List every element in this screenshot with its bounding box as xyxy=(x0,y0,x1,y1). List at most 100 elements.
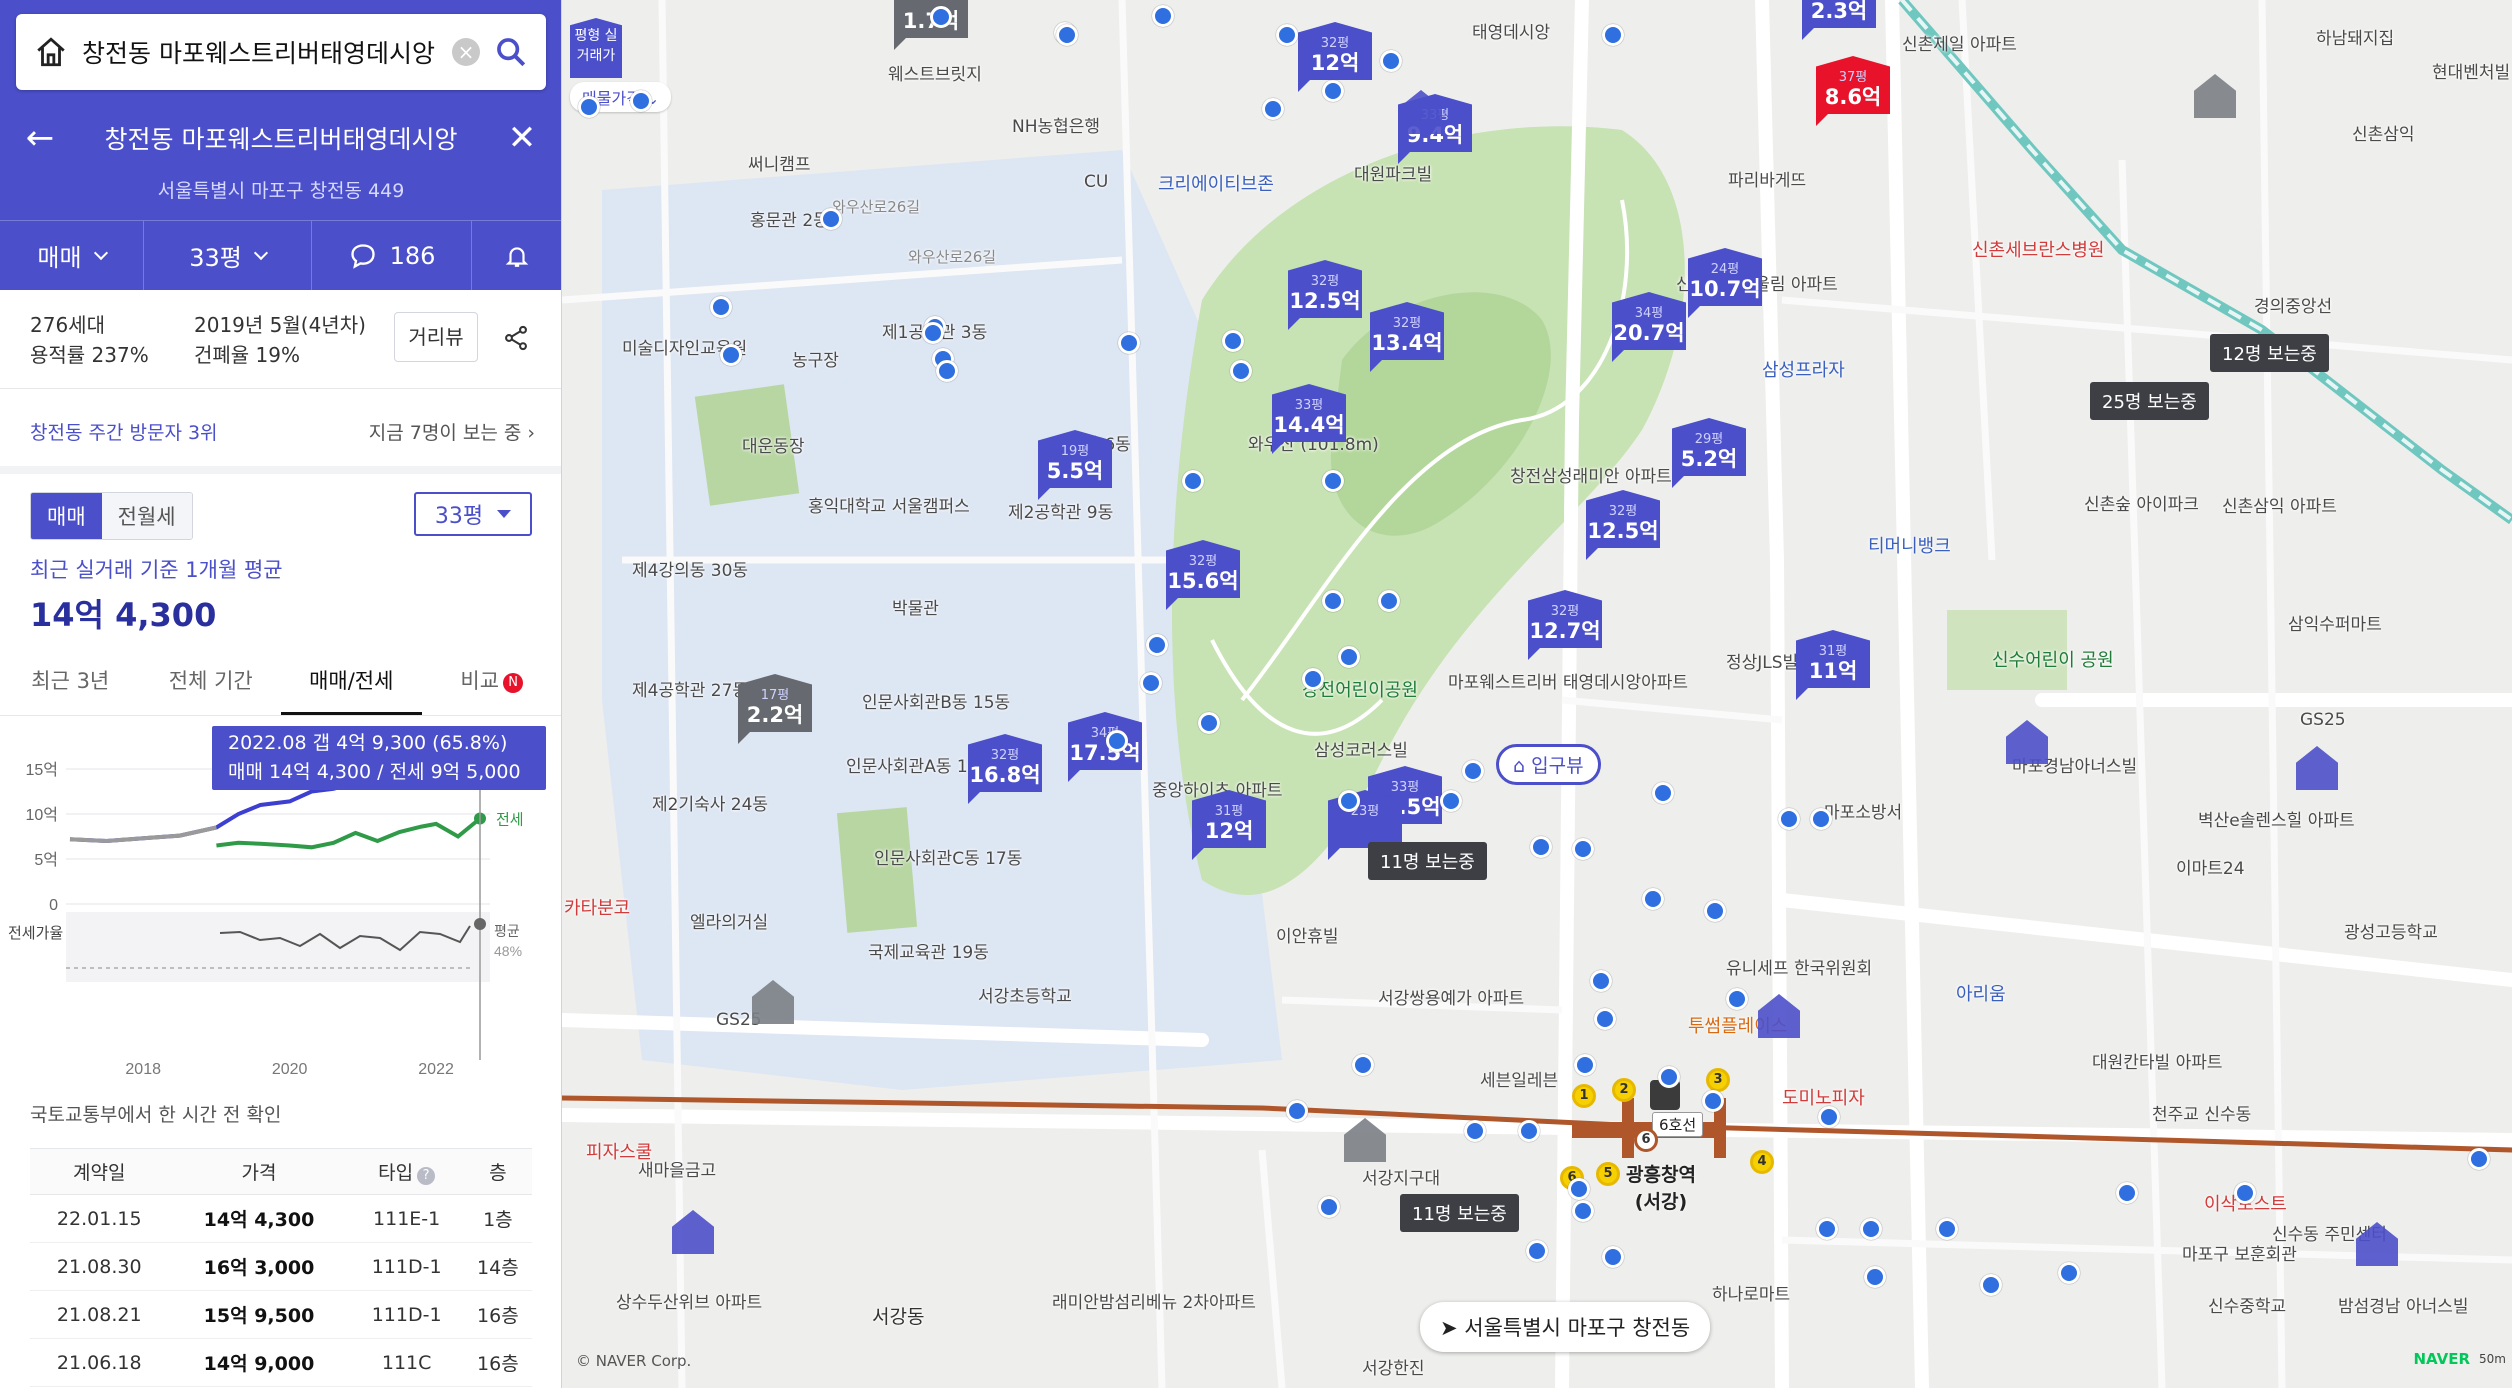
share-icon[interactable] xyxy=(502,324,530,352)
bus-stop-icon[interactable] xyxy=(930,6,952,28)
map-place-label[interactable]: 서강지구대 xyxy=(1362,1164,1440,1189)
bus-stop-icon[interactable] xyxy=(1810,808,1832,830)
tab-compare[interactable]: 비교 N xyxy=(422,654,562,715)
map-place-label[interactable]: NH농협은행 xyxy=(1012,112,1100,137)
bus-stop-icon[interactable] xyxy=(1702,1090,1724,1112)
map-place-label[interactable]: 서강쌍용예가 아파트 xyxy=(1378,984,1524,1009)
home-icon[interactable] xyxy=(34,35,68,69)
price-marker[interactable]: 32평 16.8억 xyxy=(968,724,1042,806)
bus-stop-icon[interactable] xyxy=(1152,5,1174,27)
bus-stop-icon[interactable] xyxy=(1530,836,1552,858)
bus-stop-icon[interactable] xyxy=(1602,1246,1624,1268)
map-place-label[interactable]: 홍익대학교 서울캠퍼스 xyxy=(808,492,970,517)
map-place-label[interactable]: 박물관 xyxy=(892,594,939,619)
map-place-label[interactable]: 이안휴빌 xyxy=(1276,922,1339,947)
price-marker[interactable]: 31평 12억 xyxy=(1192,780,1266,862)
bus-stop-icon[interactable] xyxy=(1222,330,1244,352)
price-marker[interactable]: 29평 5.2억 xyxy=(1672,408,1746,490)
map-place-label[interactable]: 신촌숲 아이파크 xyxy=(2084,490,2199,515)
entrance-view-button[interactable]: ⌂ 입구뷰 xyxy=(1496,744,1601,785)
bus-stop-icon[interactable] xyxy=(1818,1106,1840,1128)
price-marker[interactable]: 37평 8.6억 xyxy=(1816,46,1890,128)
price-marker[interactable]: 24평 10.7억 xyxy=(1688,238,1762,320)
tab-recent-3y[interactable]: 최근 3년 xyxy=(0,654,141,715)
price-marker[interactable]: 32평 12.5억 xyxy=(1288,250,1362,332)
map-place-label[interactable]: 와우산로26길 xyxy=(908,246,996,267)
bus-stop-icon[interactable] xyxy=(1464,1120,1486,1142)
price-marker[interactable]: 32평 12.7억 xyxy=(1528,580,1602,662)
map-place-label[interactable]: 유니세프 한국위원회 xyxy=(1726,954,1872,979)
bus-stop-icon[interactable] xyxy=(1146,634,1168,656)
map-place-label[interactable]: 래미안밤섬리베뉴 2차아파트 xyxy=(1052,1288,1256,1313)
bus-stop-icon[interactable] xyxy=(1318,1196,1340,1218)
visitor-rank[interactable]: 창전동 주간 방문자 3위 xyxy=(30,418,218,445)
bus-stop-icon[interactable] xyxy=(1322,590,1344,612)
bus-stop-icon[interactable] xyxy=(630,90,652,112)
bus-stop-icon[interactable] xyxy=(1352,1054,1374,1076)
price-marker[interactable]: 17평 2.2억 xyxy=(738,664,812,746)
map-place-label[interactable]: 신수어린이 공원 xyxy=(1992,646,2114,672)
map-place-label[interactable]: 세븐일레븐 xyxy=(1480,1066,1558,1091)
map-place-label[interactable]: 서강동 xyxy=(872,1302,924,1329)
back-arrow-icon[interactable]: ← xyxy=(0,118,80,158)
bus-stop-icon[interactable] xyxy=(1572,1200,1594,1222)
segment-sale[interactable]: 매매 xyxy=(31,493,102,539)
bus-stop-icon[interactable] xyxy=(1182,470,1204,492)
map-place-label[interactable]: CU xyxy=(1084,172,1108,192)
price-marker[interactable]: 31평 11억 xyxy=(1796,620,1870,702)
map-place-label[interactable]: 밤섬경남 아너스빌 xyxy=(2338,1292,2469,1317)
table-row[interactable]: 21.08.21 15억 9,500 111D-1 16층 xyxy=(30,1290,532,1339)
bus-stop-icon[interactable] xyxy=(2058,1262,2080,1284)
bus-stop-icon[interactable] xyxy=(1526,1240,1548,1262)
map-place-label[interactable]: 신촌세브란스병원 xyxy=(1972,236,2104,262)
size-dropdown[interactable]: 33평 xyxy=(144,221,312,290)
map-place-label[interactable]: 홍문관 2동 xyxy=(750,206,829,231)
map-place-label[interactable]: 카타분코 xyxy=(564,894,630,920)
bus-stop-icon[interactable] xyxy=(1322,470,1344,492)
price-marker[interactable]: 32평 12.5억 xyxy=(1586,480,1660,562)
map-place-label[interactable]: 천주교 신수동 xyxy=(2152,1100,2251,1125)
bus-stop-icon[interactable] xyxy=(1106,730,1128,752)
bus-stop-icon[interactable] xyxy=(1140,672,1162,694)
map-place-label[interactable]: 삼성프라자 xyxy=(1762,356,1845,382)
map-place-label[interactable]: 국제교육관 19동 xyxy=(868,938,989,963)
map-place-label[interactable]: 서강초등학교 xyxy=(978,982,1072,1007)
map-place-label[interactable]: 벽산e솔렌스힐 아파트 xyxy=(2198,806,2355,831)
tab-all-period[interactable]: 전체 기간 xyxy=(141,654,282,715)
map-place-label[interactable]: 하남돼지집 xyxy=(2316,24,2394,49)
current-location-pill[interactable]: ➤ 서울특별시 마포구 창전동 xyxy=(1420,1302,1711,1352)
map-place-label[interactable]: 태영데시앙 xyxy=(1472,18,1550,43)
viewing-now-link[interactable]: 지금 7명이 보는 중 › xyxy=(369,418,535,445)
bus-stop-icon[interactable] xyxy=(1602,24,1624,46)
bus-stop-icon[interactable] xyxy=(1198,712,1220,734)
map-place-label[interactable]: 와우산로26길 xyxy=(832,196,920,217)
bus-stop-icon[interactable] xyxy=(1936,1218,1958,1240)
bus-stop-icon[interactable] xyxy=(1980,1274,2002,1296)
alert-button[interactable] xyxy=(472,221,561,290)
price-marker[interactable]: 34평 17.5억 xyxy=(1068,702,1142,784)
bus-stop-icon[interactable] xyxy=(1462,760,1484,782)
segment-rent[interactable]: 전월세 xyxy=(101,493,192,539)
bus-stop-icon[interactable] xyxy=(820,208,842,230)
map-place-label[interactable]: 마포소방서 xyxy=(1824,798,1902,823)
map-place-label[interactable]: 크리에이티브존 xyxy=(1158,170,1274,196)
bus-stop-icon[interactable] xyxy=(1338,790,1360,812)
help-icon[interactable]: ? xyxy=(417,1167,436,1185)
map-place-label[interactable]: 파리바게뜨 xyxy=(1728,166,1806,191)
map-place-label[interactable]: 피자스쿨 xyxy=(586,1138,652,1164)
map-place-label[interactable]: 제2기숙사 24동 xyxy=(652,790,768,815)
map-place-label[interactable]: 티머니뱅크 xyxy=(1868,532,1951,558)
map-place-label[interactable]: 신촌제일 아파트 xyxy=(1902,30,2017,55)
bus-stop-icon[interactable] xyxy=(1572,838,1594,860)
map-place-label[interactable]: 써니캠프 xyxy=(748,150,811,175)
map-place-label[interactable]: GS25 xyxy=(2300,710,2346,730)
bus-stop-icon[interactable] xyxy=(1726,988,1748,1010)
price-marker[interactable]: 32평 13.4억 xyxy=(1370,292,1444,374)
price-marker[interactable]: 19평 5.5억 xyxy=(1038,420,1112,502)
bus-stop-icon[interactable] xyxy=(1380,50,1402,72)
map-place-label[interactable]: 대원칸타빌 아파트 xyxy=(2092,1048,2223,1073)
bus-stop-icon[interactable] xyxy=(1778,808,1800,830)
map-place-label[interactable]: 서강한진 xyxy=(1362,1354,1425,1379)
bus-stop-icon[interactable] xyxy=(1864,1266,1886,1288)
map-place-label[interactable]: 대운동장 xyxy=(742,432,805,457)
